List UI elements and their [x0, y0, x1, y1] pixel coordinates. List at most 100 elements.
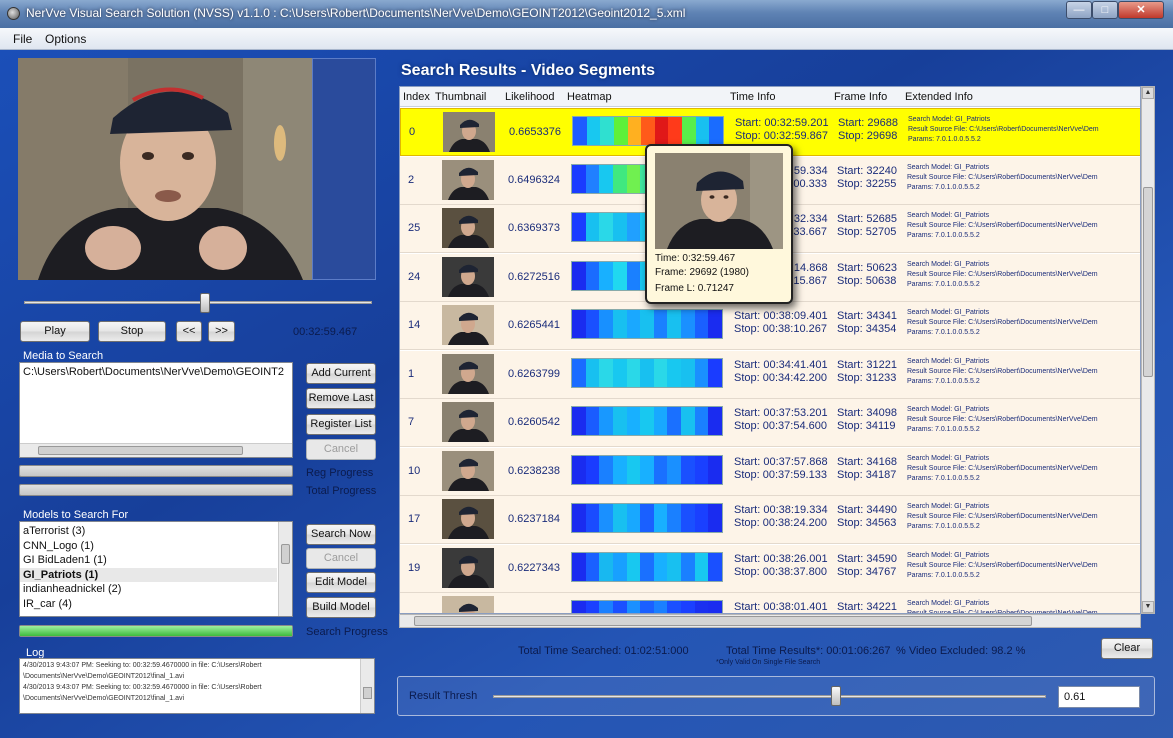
col-likelihood[interactable]: Likelihood: [505, 91, 555, 103]
row-thumbnail[interactable]: [442, 256, 494, 297]
row-thumbnail[interactable]: [443, 112, 495, 152]
result-row[interactable]: Start: 00:38:01.401 Start: 34221 Search Mo…: [400, 593, 1140, 613]
log-vscroll[interactable]: [360, 659, 374, 713]
tooltip-time: Time: 0:32:59.467: [655, 253, 736, 264]
menu-file[interactable]: File: [13, 32, 32, 46]
search-progress-fill: [20, 626, 292, 636]
row-thumbnail[interactable]: [442, 596, 494, 613]
row-time-info: Start: 00:38:09.401 Stop: 00:38:10.267: [734, 310, 828, 336]
results-hscroll-thumb[interactable]: [414, 616, 1032, 626]
video-frame-image: [18, 58, 312, 280]
col-heatmap[interactable]: Heatmap: [567, 91, 612, 103]
result-row[interactable]: 1 0.6263799 Start: 00:34:41.401 Stop: 00:34…: [400, 350, 1140, 399]
log-lines: 4/30/2013 9:43:07 PM: Seeking to: 00:32:…: [23, 660, 262, 704]
row-thumbnail[interactable]: [442, 499, 494, 539]
add-current-button[interactable]: Add Current: [306, 363, 376, 384]
row-ext-line: Result Source File: C:\Users\Robert\Docu…: [907, 173, 1098, 181]
build-model-button[interactable]: Build Model: [306, 597, 376, 618]
video-side-panel: [312, 58, 376, 280]
row-likelihood: 0.6369373: [508, 222, 560, 234]
row-thumbnail[interactable]: [442, 208, 494, 248]
rewind-button[interactable]: <<: [176, 321, 202, 342]
scroll-up-icon[interactable]: ▲: [1142, 87, 1154, 99]
row-thumbnail[interactable]: [442, 450, 494, 491]
minimize-button[interactable]: —: [1066, 1, 1092, 19]
stop-button[interactable]: Stop: [98, 321, 166, 342]
row-start-time: Start: 00:38:01.401: [734, 601, 828, 613]
col-extended-info[interactable]: Extended Info: [905, 91, 973, 103]
register-list-button[interactable]: Register List: [306, 414, 376, 435]
row-start-frame: Start: 52685: [837, 213, 897, 225]
model-list-item[interactable]: GI BidLaden1 (1): [20, 553, 277, 567]
row-thumbnail[interactable]: [442, 305, 494, 345]
row-stop-frame: Stop: 31233: [837, 371, 897, 384]
results-vscroll-thumb[interactable]: [1143, 187, 1153, 377]
threshold-thumb[interactable]: [830, 686, 841, 706]
row-stop-time: Stop: 00:32:59.867: [735, 130, 828, 142]
row-likelihood: 0.6653376: [509, 126, 561, 138]
models-cancel-button[interactable]: Cancel: [306, 548, 376, 569]
media-list-item[interactable]: C:\Users\Robert\Documents\NerVve\Demo\GE…: [23, 366, 284, 378]
row-ext-line: Params: 7.0.1.0.0.5.5.2: [907, 426, 980, 433]
col-index[interactable]: Index: [403, 91, 430, 103]
play-button[interactable]: Play: [20, 321, 90, 342]
result-row[interactable]: 19 0.6227343 Start: 00:38:26.001 Stop: 00:3…: [400, 544, 1140, 593]
row-thumbnail[interactable]: [442, 159, 494, 200]
search-now-button[interactable]: Search Now: [306, 524, 376, 545]
maximize-button[interactable]: □: [1092, 1, 1118, 19]
media-list[interactable]: C:\Users\Robert\Documents\NerVve\Demo\GE…: [19, 362, 293, 458]
results-vscroll[interactable]: ▲ ▼: [1141, 86, 1155, 614]
results-header: Index Thumbnail Likelihood Heatmap Time …: [400, 87, 1140, 107]
video-preview[interactable]: [18, 58, 312, 280]
row-index: 7: [408, 416, 415, 428]
forward-button[interactable]: >>: [208, 321, 235, 342]
scroll-down-icon[interactable]: ▼: [1142, 601, 1154, 613]
log-box[interactable]: 4/30/2013 9:43:07 PM: Seeking to: 00:32:…: [19, 658, 375, 714]
row-likelihood: 0.6263799: [508, 367, 560, 380]
row-ext-line: Result Source File: C:\Users\Robert\Docu…: [907, 319, 1098, 326]
row-frame-info: Start: 31221 Stop: 31233: [837, 359, 897, 385]
edit-model-button[interactable]: Edit Model: [306, 572, 376, 593]
player-seek-track[interactable]: [24, 301, 372, 304]
result-row[interactable]: 17 0.6237184 Start: 00:38:19.334 Stop: 00:3…: [400, 496, 1140, 544]
model-list-item[interactable]: indianheadnickel (2): [20, 582, 277, 596]
row-ext-line: Search Model: GI_Patriots: [907, 551, 990, 559]
model-list-item[interactable]: GI_Patriots (1): [20, 567, 277, 582]
row-time-info: Start: 00:38:26.001 Stop: 00:38:37.800: [734, 553, 828, 579]
row-thumbnail[interactable]: [442, 402, 494, 442]
models-list[interactable]: aTerrorist (3) CNN_Logo (1) GI BidLaden1 (…: [19, 521, 293, 617]
models-list-vscroll-thumb[interactable]: [281, 544, 290, 564]
model-list-item[interactable]: CNN_Logo (1): [20, 539, 277, 553]
media-list-hscroll[interactable]: [20, 443, 292, 457]
clear-button[interactable]: Clear: [1101, 638, 1153, 659]
results-hscroll[interactable]: [399, 614, 1141, 628]
row-heatmap: [571, 309, 723, 339]
result-row[interactable]: 14 0.6265441 Start: 00:38:09.401 Stop: 00:3…: [400, 302, 1140, 350]
row-likelihood: 0.6237184: [508, 513, 560, 525]
model-list-item[interactable]: IR_car (4): [20, 597, 277, 611]
row-frame-info: Start: 34221: [837, 601, 897, 613]
row-extended-info: Search Model: GI_Patriots Result Source F…: [907, 308, 1098, 338]
media-cancel-button[interactable]: Cancel: [306, 439, 376, 460]
menu-options[interactable]: Options: [45, 32, 86, 46]
col-frame-info[interactable]: Frame Info: [834, 91, 887, 103]
result-row[interactable]: 7 0.6260542 Start: 00:37:53.201 Stop: 00:37…: [400, 399, 1140, 447]
threshold-input[interactable]: 0.61: [1058, 686, 1140, 708]
log-vscroll-thumb[interactable]: [363, 687, 372, 699]
row-ext-line: Params: 7.0.1.0.0.5.5.2: [907, 183, 980, 191]
threshold-track[interactable]: [493, 695, 1046, 698]
media-list-hscroll-thumb[interactable]: [38, 446, 243, 455]
row-extended-info: Search Model: GI_Patriots Result Source F…: [907, 357, 1098, 387]
result-row[interactable]: 10 0.6238238 Start: 00:37:57.868 Stop: 00:3…: [400, 447, 1140, 496]
row-thumbnail[interactable]: [442, 353, 494, 394]
row-start-time: Start: 00:38:09.401: [734, 310, 828, 322]
models-list-vscroll[interactable]: [278, 522, 292, 616]
col-time-info[interactable]: Time Info: [730, 91, 775, 103]
row-time-info: Start: 00:38:19.334 Stop: 00:38:24.200: [734, 504, 828, 530]
close-button[interactable]: ✕: [1118, 1, 1164, 19]
model-list-item[interactable]: aTerrorist (3): [20, 524, 277, 538]
col-thumbnail[interactable]: Thumbnail: [435, 91, 486, 103]
row-thumbnail[interactable]: [442, 547, 494, 588]
remove-last-button[interactable]: Remove Last: [306, 388, 376, 409]
player-seek-thumb[interactable]: [199, 293, 210, 313]
